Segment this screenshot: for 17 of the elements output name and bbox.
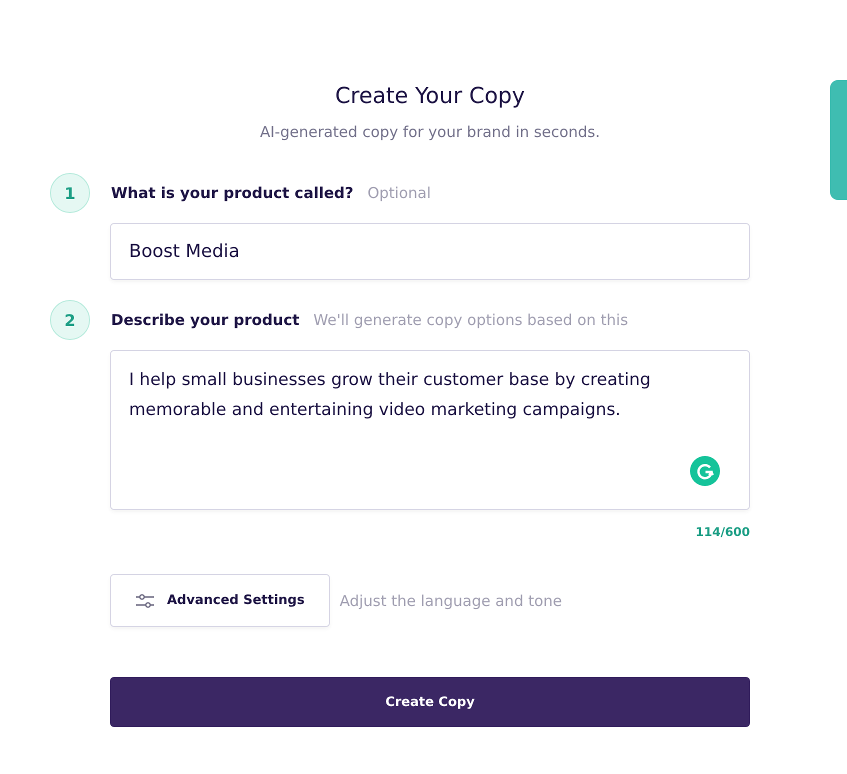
advanced-settings-button[interactable]: Advanced Settings	[110, 574, 330, 627]
character-counter: 114/600	[696, 525, 750, 539]
field-hint: Optional	[367, 184, 431, 202]
textarea-field[interactable]: I help small businesses grow their customer base by creating memorable and entertaining video marketing campaigns.	[110, 350, 750, 510]
step-number: 1	[50, 173, 90, 213]
field-value: I help small businesses grow their customer base by creating memorable and entertaining video marketing campaigns.	[129, 369, 652, 422]
page-title: Create Your Copy	[334, 84, 526, 109]
step-number: 2	[50, 300, 90, 340]
field-label: Describe your product	[111, 311, 300, 329]
page-subtitle: AI-generated copy for your brand in seconds.	[258, 123, 602, 141]
field-hint: We'll generate copy options based on this	[313, 311, 628, 329]
create-copy-button[interactable]: Create Copy	[110, 677, 750, 727]
refresh-circle-icon[interactable]	[690, 456, 720, 486]
advanced-hint: Adjust the language and tone	[340, 592, 562, 610]
input-field[interactable]: Boost Media	[110, 223, 750, 280]
sliders-icon	[135, 592, 155, 608]
field-label: What is your product called?	[111, 184, 354, 202]
